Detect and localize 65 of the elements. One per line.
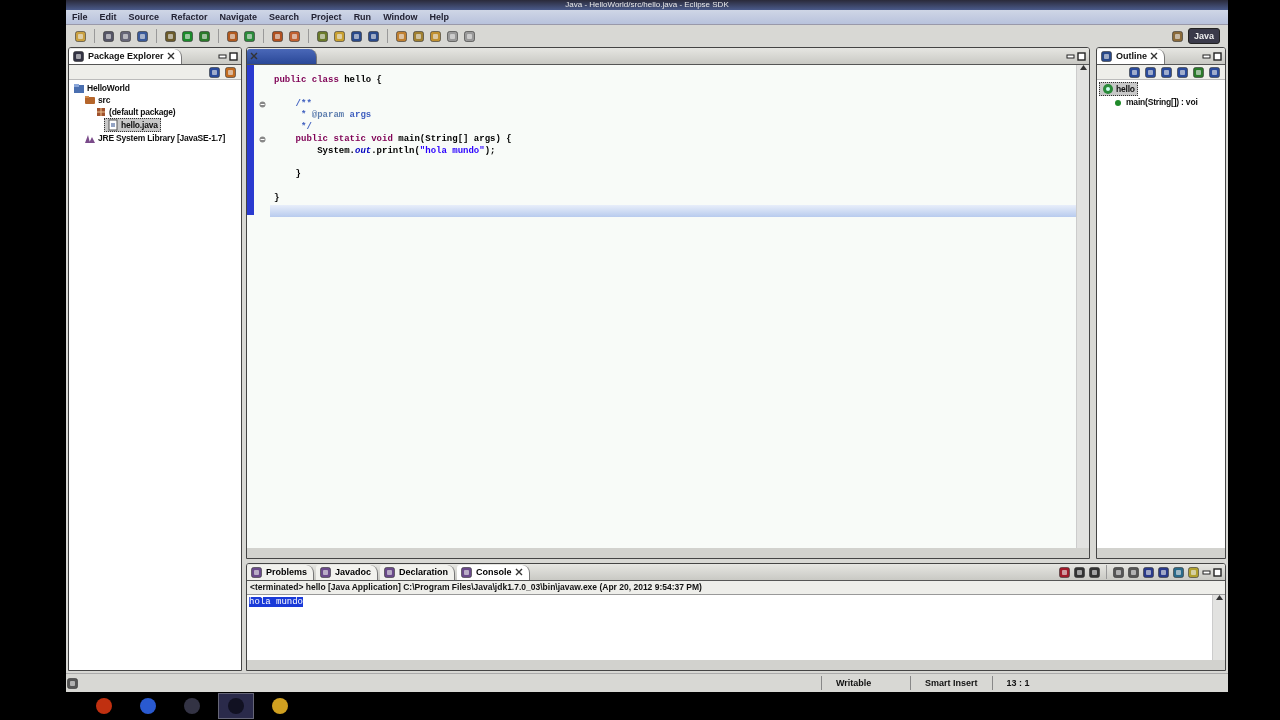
view-tab[interactable]: Javadoc: [316, 564, 379, 580]
close-icon[interactable]: [1150, 52, 1158, 60]
folder-icon: [84, 94, 96, 106]
tree-item[interactable]: hello.java: [104, 118, 161, 132]
fold-icon[interactable]: [258, 101, 266, 108]
file-icon: [107, 119, 119, 131]
minimize-icon[interactable]: [218, 51, 227, 61]
console-output: hola mundo: [249, 597, 303, 607]
menu-item[interactable]: Edit: [99, 12, 117, 22]
view-tab[interactable]: Package Explorer: [69, 48, 182, 64]
scrollbar[interactable]: [1212, 595, 1225, 660]
menu-item[interactable]: Project: [311, 12, 342, 22]
code-line: */: [300, 122, 313, 134]
tree-item[interactable]: (default package): [93, 106, 178, 118]
menu-item[interactable]: Search: [269, 12, 300, 22]
code-line: * @param args: [300, 110, 373, 122]
minimize-icon[interactable]: [1202, 567, 1211, 577]
code-line: /**: [294, 98, 313, 110]
app-icon: [94, 696, 114, 716]
view-tab[interactable]: Console: [457, 564, 530, 580]
menu-item[interactable]: Window: [383, 12, 418, 22]
console-header: <terminated> hello [Java Application] C:\Program Files\Java\jdk1.7.0_03\bin\javaw.exe (Apr 20, 2012 9:54:37 PM): [247, 581, 1225, 595]
tree-item[interactable]: src: [82, 94, 113, 106]
scrollbar[interactable]: [1097, 548, 1225, 558]
status-field: 13 : 1: [991, 676, 1044, 690]
close-icon[interactable]: [166, 52, 175, 60]
close-icon[interactable]: [514, 568, 523, 576]
tree-item[interactable]: JRE System Library [JavaSE-1.7]: [82, 132, 228, 144]
maximize-icon[interactable]: [229, 51, 238, 61]
maximize-icon[interactable]: [1213, 51, 1222, 61]
code-line: public static void main(String[] args) {: [294, 134, 513, 146]
code-line: }: [273, 192, 281, 205]
menu-item[interactable]: Source: [128, 12, 160, 22]
code-line: public class hello {: [273, 75, 384, 87]
menu-item[interactable]: File: [72, 12, 88, 22]
maximize-icon[interactable]: [1077, 51, 1086, 61]
minimize-icon[interactable]: [1066, 51, 1075, 61]
app-icon: [138, 696, 158, 716]
tree-item[interactable]: hello: [1099, 82, 1138, 96]
scrollbar[interactable]: [247, 548, 1089, 558]
app-icon: [270, 696, 290, 716]
window-title: Java - HelloWorld/src/hello.java - Eclipse SDK: [66, 0, 1228, 10]
code-line: System.out.println("hola mundo");: [316, 145, 497, 158]
menu-item[interactable]: Run: [353, 12, 372, 22]
minimize-icon[interactable]: [1202, 51, 1211, 61]
menu-item[interactable]: Help: [429, 12, 450, 22]
code-line: }: [294, 169, 302, 182]
fold-icon[interactable]: [258, 136, 266, 144]
menu-item[interactable]: Navigate: [219, 12, 258, 22]
maximize-icon[interactable]: [1213, 567, 1222, 577]
tree-item[interactable]: HelloWorld: [71, 82, 132, 94]
scrollbar[interactable]: [1076, 65, 1089, 548]
status-field: Smart Insert: [910, 676, 992, 690]
tree-item[interactable]: main(String[]) : voi: [1110, 96, 1200, 108]
view-tab[interactable]: Problems: [247, 564, 314, 580]
status-field: Writable: [821, 676, 910, 690]
perspective-button[interactable]: Java: [1187, 28, 1220, 44]
app-icon: [182, 696, 202, 716]
app-icon: [226, 696, 246, 716]
project-icon: [73, 82, 85, 94]
scrollbar[interactable]: [247, 660, 1225, 670]
view-tab[interactable]: Declaration: [380, 564, 456, 580]
menu-item[interactable]: Refactor: [171, 12, 208, 22]
editor-tab[interactable]: [247, 48, 317, 64]
view-tab[interactable]: Outline: [1097, 48, 1165, 64]
